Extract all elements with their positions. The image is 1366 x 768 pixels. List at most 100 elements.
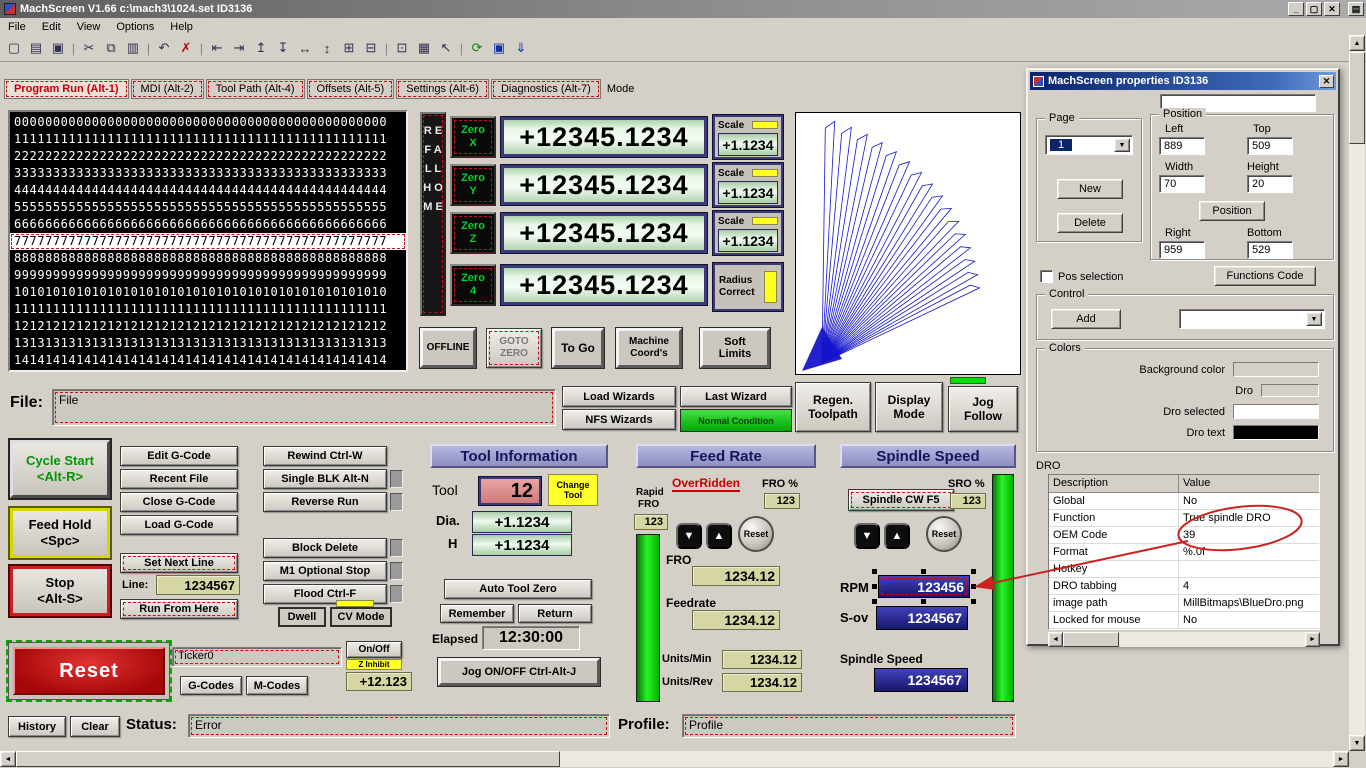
tab[interactable]: Tool Path (Alt-4) [205,79,305,99]
cut-icon[interactable]: ✂ [78,37,100,59]
undo-icon[interactable]: ↶ [153,37,175,59]
menu-item[interactable]: Options [108,19,162,35]
hscroll-thumb[interactable] [16,751,560,767]
change-tool-flag[interactable]: Change Tool [548,474,598,506]
scroll-down-icon[interactable]: ▼ [1349,735,1365,751]
m1-optional-stop-button[interactable]: M1 Optional Stop [263,561,387,581]
close-gcode-button[interactable]: Close G-Code [120,492,238,512]
z-inhibit-dro[interactable]: +12.123 [346,672,412,691]
page-select[interactable]: 1 ▼ [1045,135,1133,155]
spindle-speed-bar[interactable] [992,474,1014,702]
status-field[interactable]: Error [188,714,610,738]
same-height-icon[interactable]: ↕ [316,37,338,59]
display-mode-button[interactable]: Display Mode [875,382,943,432]
scroll-right-icon[interactable]: ► [1305,632,1320,647]
y-axis-dro[interactable]: +12345.1234 [500,164,708,206]
spindle-cw-button[interactable]: Spindle CW F5 [848,489,954,511]
paste-icon[interactable]: ▥ [122,37,144,59]
rewind-button[interactable]: Rewind Ctrl-W [263,446,387,466]
scroll-right-icon[interactable]: ► [1333,751,1349,767]
pointer-icon[interactable]: ↖ [435,37,457,59]
same-width-icon[interactable]: ↔ [294,37,316,59]
m-codes-button[interactable]: M-Codes [246,676,308,695]
color-swatch[interactable] [1233,425,1319,440]
zero-4-button[interactable]: Zero 4 [450,264,496,306]
extra-button[interactable]: ▤ [1348,2,1364,16]
tab[interactable]: MDI (Alt-2) [130,79,204,99]
single-blk-button[interactable]: Single BLK Alt-N [263,469,387,489]
recent-file-button[interactable]: Recent File [120,469,238,489]
reset-button[interactable]: Reset [6,640,172,702]
table-row[interactable]: image path MillBitmaps\BlueDro.png [1049,595,1319,612]
feed-reset-button[interactable]: Reset [738,516,774,552]
center-h-icon[interactable]: ⊞ [338,37,360,59]
open-icon[interactable]: ▤ [25,37,47,59]
g-codes-button[interactable]: G-Codes [180,676,242,695]
normal-condition-indicator[interactable]: Normal Condition [680,409,792,432]
run-from-here-button[interactable]: Run From Here [120,599,238,619]
table-row[interactable]: DRO tabbing 4 [1049,578,1319,595]
z-axis-dro[interactable]: +12345.1234 [500,212,708,254]
jog-onoff-button[interactable]: Jog ON/OFF Ctrl-Alt-J [437,657,601,687]
goto-zero-button[interactable]: GOTO ZERO [486,328,542,368]
top-field[interactable]: 509 [1247,137,1293,155]
menu-item[interactable]: View [69,19,109,35]
dia-dro[interactable]: +1.1234 [472,511,572,533]
units-rev-dro[interactable]: 1234.12 [722,673,802,692]
apply-icon[interactable]: ⇓ [510,37,532,59]
profile-field[interactable]: Profile [682,714,1016,738]
ticker-field[interactable]: Ticker0 [172,647,342,667]
color-swatch[interactable] [1261,384,1319,397]
menu-item[interactable]: Help [162,19,201,35]
nfs-wizards-button[interactable]: NFS Wizards [562,409,676,430]
rpm-dro-selection[interactable]: 123456 [872,569,976,604]
fro-dro[interactable]: 1234.12 [692,566,780,586]
pos-selection-checkbox[interactable] [1040,270,1053,283]
toolpath-display[interactable] [795,112,1021,375]
color-swatch[interactable] [1233,404,1319,419]
refresh-icon[interactable]: ⟳ [466,37,488,59]
return-button[interactable]: Return [518,604,592,623]
sro-pct-dro[interactable]: 123 [950,493,986,509]
feedrate-dro[interactable]: 1234.12 [692,610,780,630]
scale-z-dro[interactable]: +1.1234 [718,229,778,252]
height-field[interactable]: 20 [1247,175,1293,193]
scale-x-dro[interactable]: +1.1234 [718,133,778,156]
align-top-icon[interactable]: ↥ [250,37,272,59]
spindle-slower-button[interactable]: ▼ [854,523,880,549]
rpm-dro[interactable]: 123456 [878,575,970,598]
cycle-start-button[interactable]: Cycle Start <Alt-R> [8,438,112,500]
rapid-fro-dro[interactable]: 123 [634,514,668,530]
maximize-button[interactable]: ▢ [1306,2,1322,16]
minimize-button[interactable]: _ [1288,2,1304,16]
spindle-faster-button[interactable]: ▲ [884,523,910,549]
hscroll-thumb[interactable] [1063,632,1119,647]
tab[interactable]: Program Run (Alt-1) [4,79,129,99]
onoff-button[interactable]: On/Off [346,641,402,658]
set-next-line-button[interactable]: Set Next Line [120,553,238,573]
auto-tool-zero-button[interactable]: Auto Tool Zero [444,579,592,599]
properties-close-button[interactable]: ✕ [1319,74,1334,88]
last-wizard-button[interactable]: Last Wizard [680,386,792,407]
position-button[interactable]: Position [1199,201,1265,221]
size-icon[interactable]: ⊡ [391,37,413,59]
tab[interactable]: Offsets (Alt-5) [306,79,395,99]
right-field[interactable]: 959 [1159,241,1205,259]
control-select[interactable]: ▼ [1179,309,1325,329]
spindle-speed-dro[interactable]: 1234567 [874,668,968,692]
delete-icon[interactable]: ✗ [175,37,197,59]
left-field[interactable]: 889 [1159,137,1205,155]
load-wizards-button[interactable]: Load Wizards [562,386,676,407]
align-bottom-icon[interactable]: ↧ [272,37,294,59]
clear-button[interactable]: Clear [70,716,120,737]
table-row[interactable]: OEM Code 39 [1049,527,1319,544]
load-gcode-button[interactable]: Load G-Code [120,515,238,535]
save-icon[interactable]: ▣ [47,37,69,59]
center-v-icon[interactable]: ⊟ [360,37,382,59]
units-min-dro[interactable]: 1234.12 [722,650,802,669]
width-field[interactable]: 70 [1159,175,1205,193]
cv-mode-indicator[interactable]: CV Mode [330,607,392,627]
table-row[interactable]: Hotkey [1049,561,1319,578]
block-delete-button[interactable]: Block Delete [263,538,387,558]
table-row[interactable]: Format %.0f [1049,544,1319,561]
